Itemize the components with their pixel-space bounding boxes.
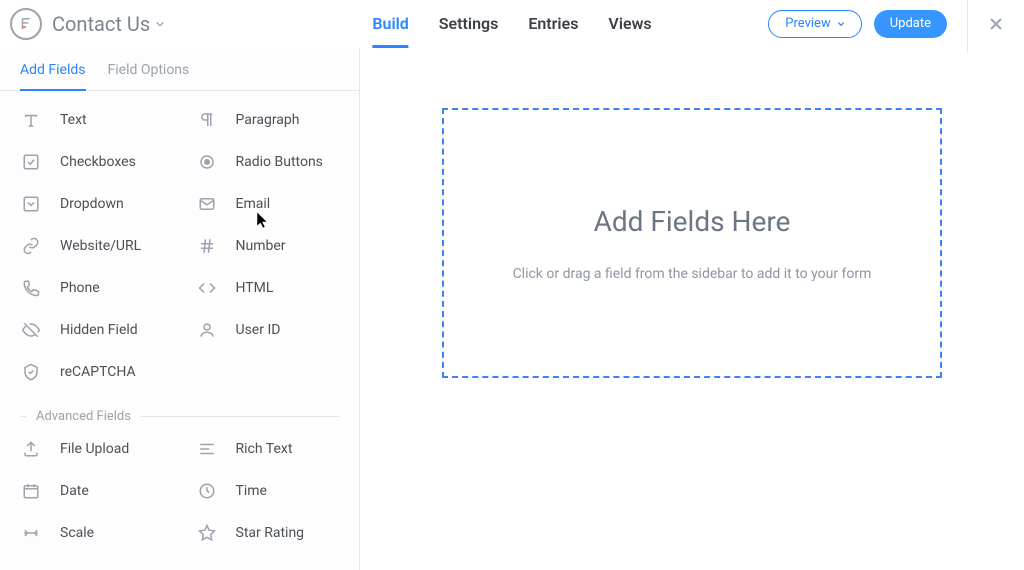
field-btn-star-rating[interactable]: Star Rating bbox=[180, 512, 356, 554]
phone-icon bbox=[20, 277, 42, 299]
field-btn-recaptcha[interactable]: reCAPTCHA bbox=[4, 351, 180, 393]
form-canvas: Add Fields Here Click or drag a field fr… bbox=[360, 48, 1024, 570]
clock-icon bbox=[196, 480, 218, 502]
tab-entries[interactable]: Entries bbox=[528, 0, 578, 48]
app-logo bbox=[10, 8, 42, 40]
shield-icon bbox=[20, 361, 42, 383]
email-icon bbox=[196, 193, 218, 215]
tab-build[interactable]: Build bbox=[372, 0, 408, 48]
star-icon bbox=[196, 522, 218, 544]
field-btn-file-upload[interactable]: File Upload bbox=[4, 428, 180, 470]
tab-views[interactable]: Views bbox=[608, 0, 651, 48]
sidebar: Add Fields Field Options Text Paragraph … bbox=[0, 48, 360, 570]
field-btn-url[interactable]: Website/URL bbox=[4, 225, 180, 267]
field-btn-time[interactable]: Time bbox=[180, 470, 356, 512]
tab-settings[interactable]: Settings bbox=[439, 0, 499, 48]
close-icon bbox=[988, 16, 1004, 32]
align-left-icon bbox=[196, 438, 218, 460]
field-btn-html[interactable]: HTML bbox=[180, 267, 356, 309]
form-dropzone[interactable]: Add Fields Here Click or drag a field fr… bbox=[442, 108, 942, 378]
section-advanced-fields: Advanced Fields bbox=[4, 393, 355, 428]
update-button[interactable]: Update bbox=[874, 10, 947, 38]
dropdown-icon bbox=[20, 193, 42, 215]
field-btn-dropdown[interactable]: Dropdown bbox=[4, 183, 180, 225]
paragraph-icon bbox=[196, 109, 218, 131]
sidebar-tab-field-options[interactable]: Field Options bbox=[108, 62, 190, 90]
calendar-icon bbox=[20, 480, 42, 502]
scale-icon bbox=[20, 522, 42, 544]
divider bbox=[967, 0, 968, 52]
upload-icon bbox=[20, 438, 42, 460]
code-icon bbox=[196, 277, 218, 299]
field-btn-date[interactable]: Date bbox=[4, 470, 180, 512]
checkbox-icon bbox=[20, 151, 42, 173]
field-btn-phone[interactable]: Phone bbox=[4, 267, 180, 309]
field-btn-paragraph[interactable]: Paragraph bbox=[180, 99, 356, 141]
field-btn-scale[interactable]: Scale bbox=[4, 512, 180, 554]
user-icon bbox=[196, 319, 218, 341]
field-btn-rich-text[interactable]: Rich Text bbox=[180, 428, 356, 470]
field-btn-email[interactable]: Email bbox=[180, 183, 356, 225]
text-icon bbox=[20, 109, 42, 131]
close-button[interactable] bbox=[984, 16, 1008, 32]
sidebar-tab-add-fields[interactable]: Add Fields bbox=[20, 62, 86, 90]
top-right-actions: Preview Update bbox=[768, 0, 1008, 52]
hash-icon bbox=[196, 235, 218, 257]
field-btn-text[interactable]: Text bbox=[4, 99, 180, 141]
dropzone-title: Add Fields Here bbox=[594, 205, 791, 238]
preview-button[interactable]: Preview bbox=[768, 10, 861, 38]
field-btn-radio[interactable]: Radio Buttons bbox=[180, 141, 356, 183]
radio-icon bbox=[196, 151, 218, 173]
top-bar: Contact Us Build Settings Entries Views … bbox=[0, 0, 1024, 48]
eye-off-icon bbox=[20, 319, 42, 341]
body: Add Fields Field Options Text Paragraph … bbox=[0, 48, 1024, 570]
field-btn-userid[interactable]: User ID bbox=[180, 309, 356, 351]
field-palette: Text Paragraph Checkboxes Radio Buttons … bbox=[0, 91, 359, 554]
main-nav: Build Settings Entries Views bbox=[372, 0, 651, 48]
chevron-down-icon bbox=[837, 20, 845, 28]
sidebar-tabs: Add Fields Field Options bbox=[0, 48, 359, 91]
form-title-dropdown[interactable]: Contact Us bbox=[52, 12, 165, 36]
field-btn-hidden[interactable]: Hidden Field bbox=[4, 309, 180, 351]
dropzone-subtitle: Click or drag a field from the sidebar t… bbox=[513, 266, 872, 282]
field-btn-checkboxes[interactable]: Checkboxes bbox=[4, 141, 180, 183]
form-title-text: Contact Us bbox=[52, 12, 150, 36]
chevron-down-icon bbox=[155, 19, 165, 29]
link-icon bbox=[20, 235, 42, 257]
field-btn-number[interactable]: Number bbox=[180, 225, 356, 267]
